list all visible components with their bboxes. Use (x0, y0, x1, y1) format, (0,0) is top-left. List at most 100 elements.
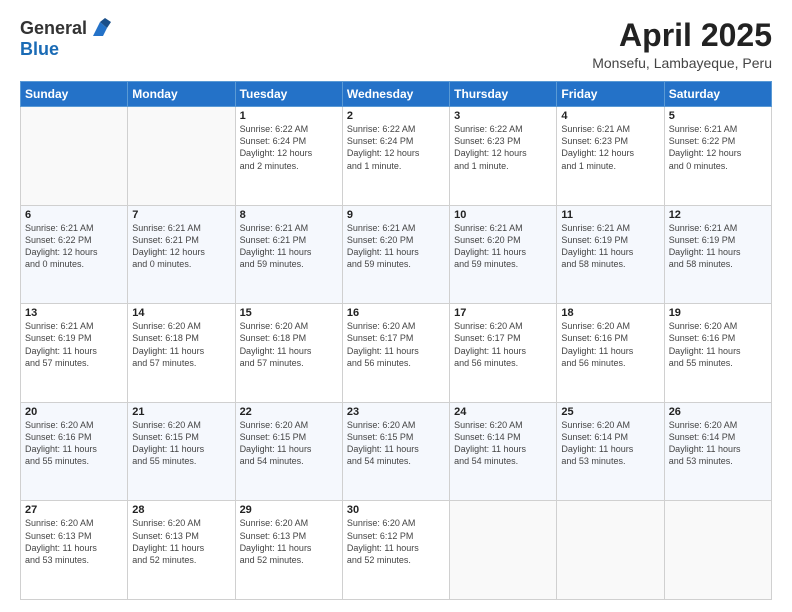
calendar-cell (21, 107, 128, 206)
day-detail: Sunrise: 6:20 AM Sunset: 6:17 PM Dayligh… (454, 321, 526, 367)
day-detail: Sunrise: 6:21 AM Sunset: 6:21 PM Dayligh… (240, 223, 312, 269)
day-number: 3 (454, 110, 552, 122)
calendar-header-tuesday: Tuesday (235, 82, 342, 107)
day-detail: Sunrise: 6:22 AM Sunset: 6:23 PM Dayligh… (454, 124, 527, 170)
day-detail: Sunrise: 6:21 AM Sunset: 6:23 PM Dayligh… (561, 124, 634, 170)
day-detail: Sunrise: 6:20 AM Sunset: 6:14 PM Dayligh… (561, 420, 633, 466)
day-number: 28 (132, 504, 230, 516)
logo-icon (89, 18, 111, 40)
calendar-cell (450, 501, 557, 600)
day-number: 5 (669, 110, 767, 122)
day-number: 9 (347, 209, 445, 221)
calendar-cell: 28 Sunrise: 6:20 AM Sunset: 6:13 PM Dayli… (128, 501, 235, 600)
calendar-cell: 11 Sunrise: 6:21 AM Sunset: 6:19 PM Dayli… (557, 205, 664, 304)
calendar-cell: 13 Sunrise: 6:21 AM Sunset: 6:19 PM Dayli… (21, 304, 128, 403)
day-number: 15 (240, 307, 338, 319)
calendar-cell: 5 Sunrise: 6:21 AM Sunset: 6:22 PM Daylig… (664, 107, 771, 206)
calendar-cell: 21 Sunrise: 6:20 AM Sunset: 6:15 PM Dayli… (128, 402, 235, 501)
day-number: 7 (132, 209, 230, 221)
day-number: 22 (240, 406, 338, 418)
day-detail: Sunrise: 6:20 AM Sunset: 6:16 PM Dayligh… (669, 321, 741, 367)
calendar-cell: 1 Sunrise: 6:22 AM Sunset: 6:24 PM Daylig… (235, 107, 342, 206)
calendar-cell: 3 Sunrise: 6:22 AM Sunset: 6:23 PM Daylig… (450, 107, 557, 206)
day-number: 27 (25, 504, 123, 516)
day-number: 29 (240, 504, 338, 516)
calendar-cell: 16Sunrise: 6:20 AM Sunset: 6:17 PM Dayli… (342, 304, 449, 403)
calendar-header-friday: Friday (557, 82, 664, 107)
calendar-cell: 4 Sunrise: 6:21 AM Sunset: 6:23 PM Daylig… (557, 107, 664, 206)
day-number: 21 (132, 406, 230, 418)
day-number: 11 (561, 209, 659, 221)
day-number: 6 (25, 209, 123, 221)
day-detail: Sunrise: 6:21 AM Sunset: 6:19 PM Dayligh… (669, 223, 741, 269)
calendar-cell: 10Sunrise: 6:21 AM Sunset: 6:20 PM Dayli… (450, 205, 557, 304)
day-number: 12 (669, 209, 767, 221)
day-number: 25 (561, 406, 659, 418)
calendar-cell: 2Sunrise: 6:22 AM Sunset: 6:24 PM Daylig… (342, 107, 449, 206)
calendar-cell: 8Sunrise: 6:21 AM Sunset: 6:21 PM Daylig… (235, 205, 342, 304)
day-number: 13 (25, 307, 123, 319)
day-number: 1 (240, 110, 338, 122)
day-detail: Sunrise: 6:20 AM Sunset: 6:13 PM Dayligh… (240, 518, 312, 564)
day-number: 26 (669, 406, 767, 418)
day-number: 24 (454, 406, 552, 418)
day-detail: Sunrise: 6:21 AM Sunset: 6:20 PM Dayligh… (347, 223, 419, 269)
day-detail: Sunrise: 6:20 AM Sunset: 6:18 PM Dayligh… (240, 321, 312, 367)
calendar-cell: 6 Sunrise: 6:21 AM Sunset: 6:22 PM Daylig… (21, 205, 128, 304)
calendar-cell: 25 Sunrise: 6:20 AM Sunset: 6:14 PM Dayli… (557, 402, 664, 501)
calendar-week-2: 6 Sunrise: 6:21 AM Sunset: 6:22 PM Daylig… (21, 205, 772, 304)
day-detail: Sunrise: 6:20 AM Sunset: 6:17 PM Dayligh… (347, 321, 419, 367)
header: General Blue April 2025 Monsefu, Lambaye… (20, 18, 772, 71)
logo-blue-text: Blue (20, 40, 111, 60)
calendar-header-sunday: Sunday (21, 82, 128, 107)
calendar-cell: 24 Sunrise: 6:20 AM Sunset: 6:14 PM Dayli… (450, 402, 557, 501)
calendar-cell: 27 Sunrise: 6:20 AM Sunset: 6:13 PM Dayli… (21, 501, 128, 600)
day-number: 18 (561, 307, 659, 319)
day-detail: Sunrise: 6:22 AM Sunset: 6:24 PM Dayligh… (240, 124, 313, 170)
calendar-cell (557, 501, 664, 600)
calendar-cell: 23 Sunrise: 6:20 AM Sunset: 6:15 PM Dayli… (342, 402, 449, 501)
day-detail: Sunrise: 6:20 AM Sunset: 6:16 PM Dayligh… (25, 420, 97, 466)
day-detail: Sunrise: 6:21 AM Sunset: 6:22 PM Dayligh… (669, 124, 742, 170)
calendar-cell: 14Sunrise: 6:20 AM Sunset: 6:18 PM Dayli… (128, 304, 235, 403)
calendar-header-wednesday: Wednesday (342, 82, 449, 107)
day-detail: Sunrise: 6:20 AM Sunset: 6:15 PM Dayligh… (240, 420, 312, 466)
calendar-cell: 22 Sunrise: 6:20 AM Sunset: 6:15 PM Dayli… (235, 402, 342, 501)
calendar-cell: 19 Sunrise: 6:20 AM Sunset: 6:16 PM Dayli… (664, 304, 771, 403)
day-number: 4 (561, 110, 659, 122)
day-detail: Sunrise: 6:20 AM Sunset: 6:12 PM Dayligh… (347, 518, 419, 564)
calendar-cell: 18Sunrise: 6:20 AM Sunset: 6:16 PM Dayli… (557, 304, 664, 403)
calendar-cell: 26 Sunrise: 6:20 AM Sunset: 6:14 PM Dayli… (664, 402, 771, 501)
day-detail: Sunrise: 6:20 AM Sunset: 6:18 PM Dayligh… (132, 321, 204, 367)
calendar-cell (664, 501, 771, 600)
location-title: Monsefu, Lambayeque, Peru (592, 55, 772, 71)
day-detail: Sunrise: 6:20 AM Sunset: 6:15 PM Dayligh… (132, 420, 204, 466)
calendar-cell: 17Sunrise: 6:20 AM Sunset: 6:17 PM Dayli… (450, 304, 557, 403)
calendar-header-monday: Monday (128, 82, 235, 107)
calendar-week-3: 13 Sunrise: 6:21 AM Sunset: 6:19 PM Dayli… (21, 304, 772, 403)
day-detail: Sunrise: 6:20 AM Sunset: 6:14 PM Dayligh… (454, 420, 526, 466)
day-number: 30 (347, 504, 445, 516)
calendar-cell (128, 107, 235, 206)
day-detail: Sunrise: 6:20 AM Sunset: 6:13 PM Dayligh… (25, 518, 97, 564)
day-detail: Sunrise: 6:21 AM Sunset: 6:19 PM Dayligh… (25, 321, 97, 367)
day-number: 23 (347, 406, 445, 418)
day-number: 19 (669, 307, 767, 319)
logo-general-text: General (20, 19, 87, 39)
calendar-cell: 7Sunrise: 6:21 AM Sunset: 6:21 PM Daylig… (128, 205, 235, 304)
calendar-cell: 29 Sunrise: 6:20 AM Sunset: 6:13 PM Dayli… (235, 501, 342, 600)
day-number: 20 (25, 406, 123, 418)
day-detail: Sunrise: 6:20 AM Sunset: 6:14 PM Dayligh… (669, 420, 741, 466)
calendar-header-row: SundayMondayTuesdayWednesdayThursdayFrid… (21, 82, 772, 107)
calendar-week-5: 27 Sunrise: 6:20 AM Sunset: 6:13 PM Dayli… (21, 501, 772, 600)
calendar-cell: 9 Sunrise: 6:21 AM Sunset: 6:20 PM Daylig… (342, 205, 449, 304)
calendar-week-1: 1 Sunrise: 6:22 AM Sunset: 6:24 PM Daylig… (21, 107, 772, 206)
day-detail: Sunrise: 6:20 AM Sunset: 6:15 PM Dayligh… (347, 420, 419, 466)
calendar-header-thursday: Thursday (450, 82, 557, 107)
day-detail: Sunrise: 6:21 AM Sunset: 6:22 PM Dayligh… (25, 223, 98, 269)
calendar-cell: 20 Sunrise: 6:20 AM Sunset: 6:16 PM Dayli… (21, 402, 128, 501)
title-block: April 2025 Monsefu, Lambayeque, Peru (592, 18, 772, 71)
day-number: 10 (454, 209, 552, 221)
day-detail: Sunrise: 6:20 AM Sunset: 6:13 PM Dayligh… (132, 518, 204, 564)
day-detail: Sunrise: 6:21 AM Sunset: 6:19 PM Dayligh… (561, 223, 633, 269)
